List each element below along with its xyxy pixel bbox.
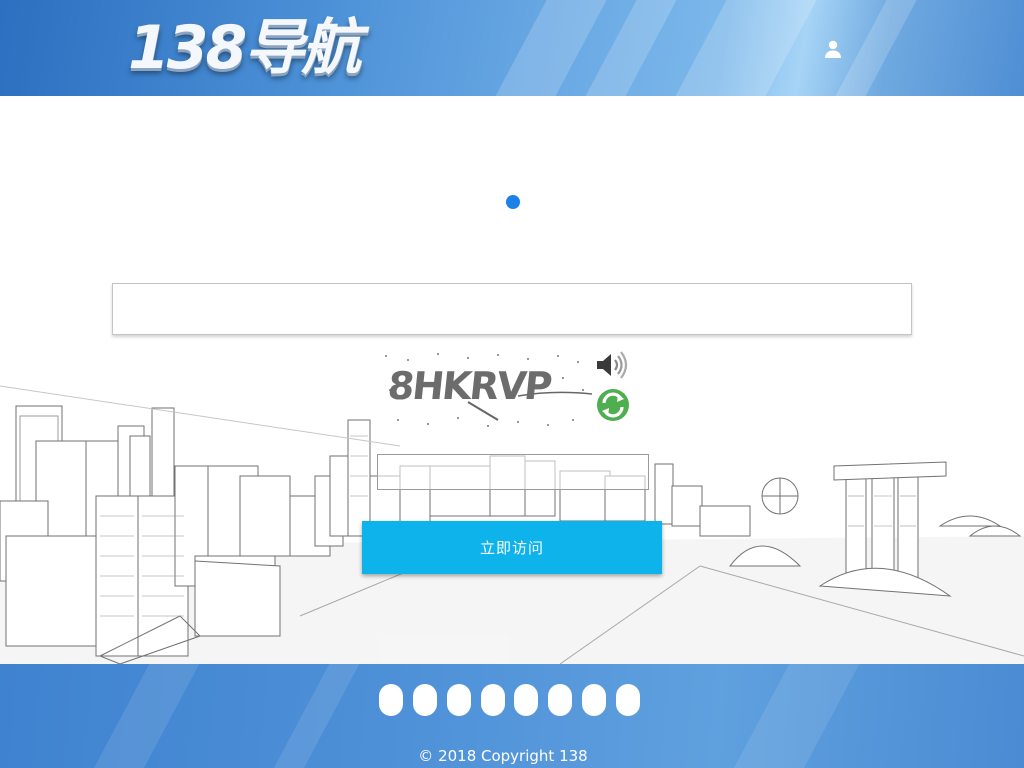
footer-link-pill[interactable] <box>548 684 572 716</box>
footer-link-pill[interactable] <box>514 684 538 716</box>
footer-link-pill[interactable] <box>379 684 403 716</box>
loading-indicator <box>506 195 520 209</box>
captcha-input[interactable] <box>377 454 649 490</box>
captcha-text: 8HKRVP <box>385 364 553 408</box>
footer-link-pill[interactable] <box>481 684 505 716</box>
captcha-image: 8HKRVP <box>378 350 594 432</box>
url-input[interactable] <box>112 283 912 335</box>
user-icon[interactable] <box>822 38 844 60</box>
footer-link-pill[interactable] <box>413 684 437 716</box>
main-content: 8HKRVP 立即访问 <box>0 96 1024 664</box>
header-decoration <box>662 0 828 96</box>
refresh-icon[interactable] <box>596 388 630 422</box>
footer-link-pill[interactable] <box>616 684 640 716</box>
footer-link-pill[interactable] <box>447 684 471 716</box>
footer-link-pill[interactable] <box>582 684 606 716</box>
visit-now-button[interactable]: 立即访问 <box>362 521 662 574</box>
site-logo[interactable]: 138导航 <box>128 12 361 84</box>
speaker-icon[interactable] <box>594 350 630 380</box>
copyright-text: © 2018 Copyright 138 <box>418 747 588 765</box>
footer-bar: © 2018 Copyright 138 <box>0 664 1024 768</box>
header-bar: 138导航 <box>0 0 1024 96</box>
